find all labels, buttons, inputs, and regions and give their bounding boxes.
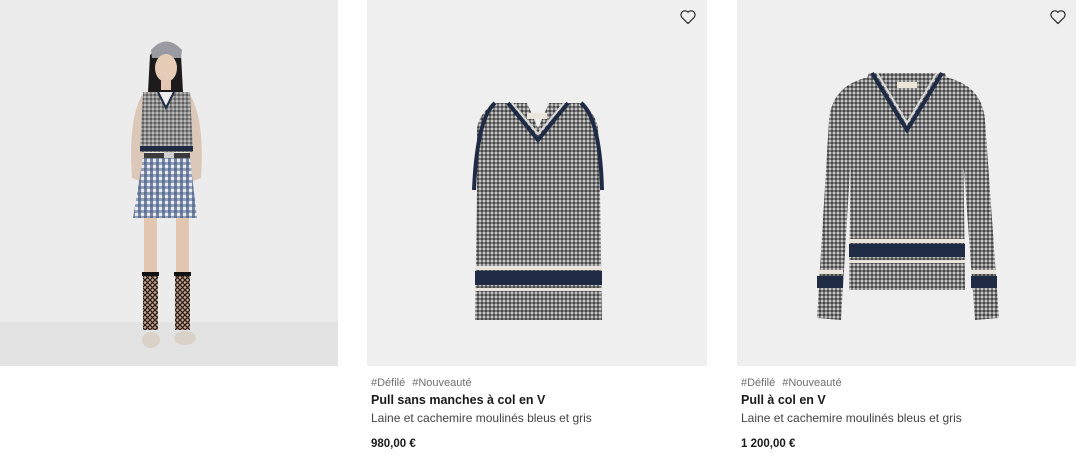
model-figure [131, 41, 202, 348]
tag-nouveaute[interactable]: #Nouveauté [412, 377, 471, 389]
product-name[interactable]: Pull à col en V [741, 393, 826, 407]
product-card[interactable]: #Défilé #Nouveauté Pull sans manches à c… [367, 0, 707, 462]
product-description: Laine et cachemire moulinés bleus et gri… [371, 411, 592, 425]
product-tags: #Défilé #Nouveauté [371, 377, 472, 389]
product-image-v-neck-sweater[interactable] [737, 0, 1076, 366]
editorial-model-image[interactable] [0, 0, 338, 366]
product-price: 1 200,00 € [741, 438, 796, 450]
heart-outline-icon[interactable] [679, 9, 697, 25]
heart-outline-icon[interactable] [1049, 9, 1067, 25]
tag-nouveaute[interactable]: #Nouveauté [782, 377, 841, 389]
product-price: 980,00 € [371, 438, 416, 450]
product-tags: #Défilé #Nouveauté [741, 377, 842, 389]
product-description: Laine et cachemire moulinés bleus et gri… [741, 411, 962, 425]
product-image-sleeveless-v-neck-sweater[interactable] [367, 0, 707, 366]
v-neck-sweater-illustration [817, 71, 999, 320]
sleeveless-sweater-illustration [472, 101, 604, 320]
product-card[interactable]: #Défilé #Nouveauté Pull à col en V Laine… [737, 0, 1076, 462]
product-name[interactable]: Pull sans manches à col en V [371, 393, 545, 407]
tag-defile[interactable]: #Défilé [741, 377, 775, 389]
tag-defile[interactable]: #Défilé [371, 377, 405, 389]
